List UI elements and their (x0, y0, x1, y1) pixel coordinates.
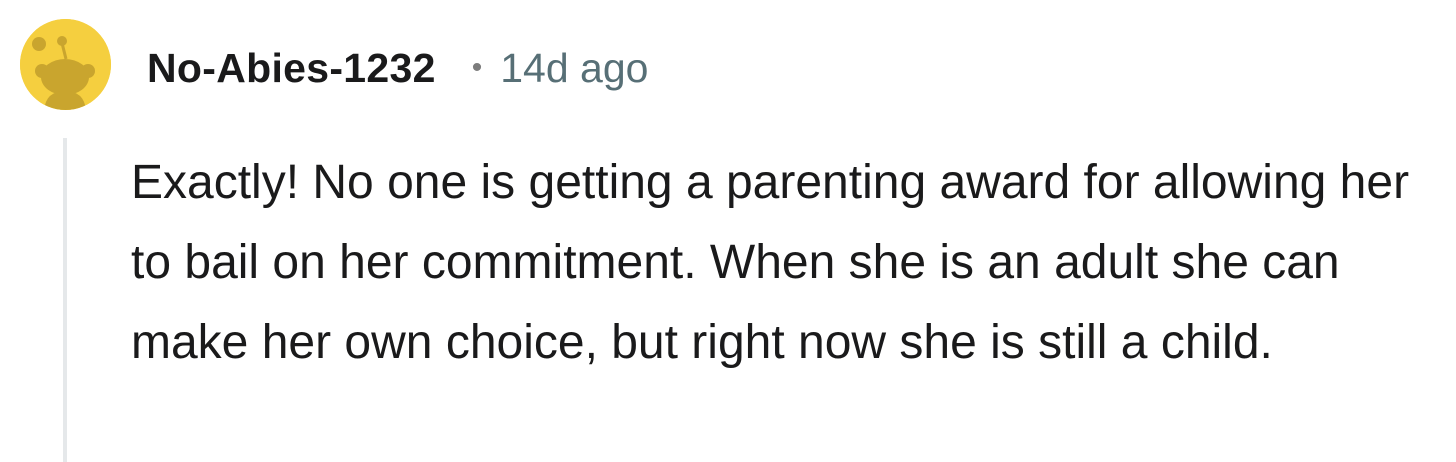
snoo-avatar-icon (20, 19, 111, 110)
comment-body: Exactly! No one is getting a parenting a… (131, 156, 1410, 369)
user-avatar[interactable] (20, 19, 111, 110)
thread-line[interactable] (63, 138, 67, 462)
comment: No-Abies-1232 • 14d ago Exactly! No one … (0, 0, 1456, 462)
comment-header: No-Abies-1232 • 14d ago (147, 40, 648, 96)
username-link[interactable]: No-Abies-1232 (147, 45, 436, 92)
separator-dot: • (471, 51, 483, 84)
timestamp[interactable]: 14d ago (500, 45, 648, 92)
